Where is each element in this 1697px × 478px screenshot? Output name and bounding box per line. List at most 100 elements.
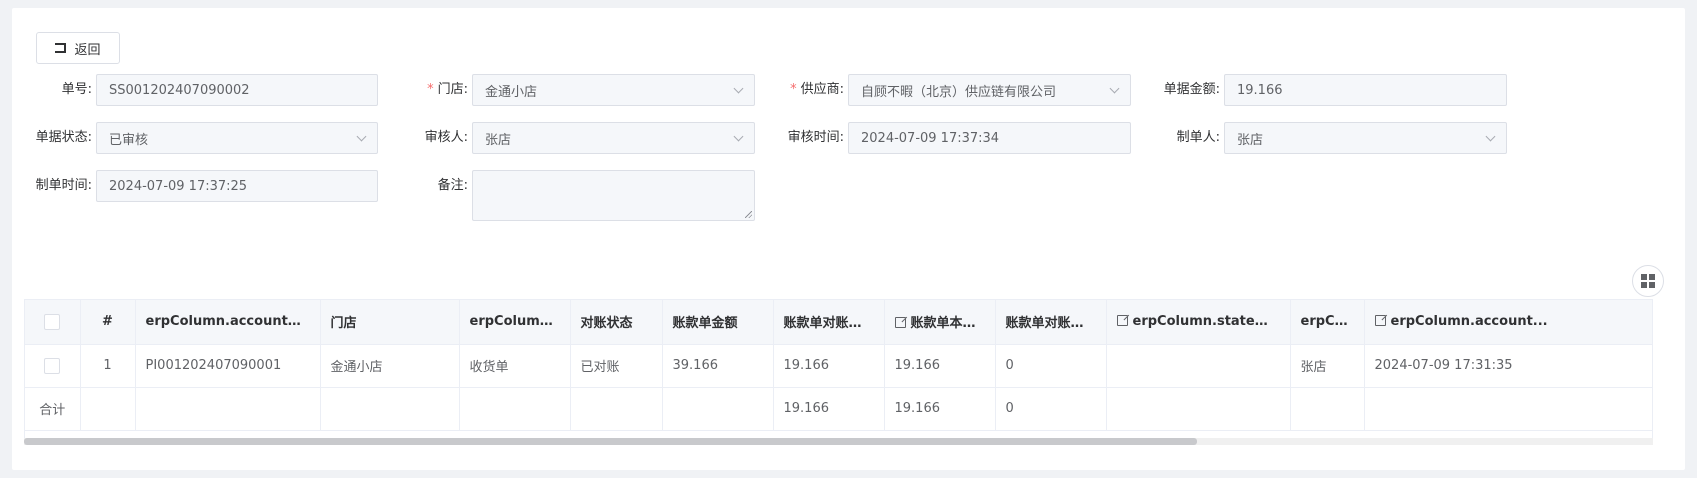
chevron-down-icon xyxy=(733,83,744,93)
edit-icon xyxy=(1374,315,1386,327)
table-cell: 39.166 xyxy=(662,344,774,388)
reviewer-label: 审核人: xyxy=(424,130,468,145)
table-header-row: # erpColumn.accountSheetNo 门店 erpColumn.… xyxy=(25,300,1652,345)
status-select[interactable]: 已审核 xyxy=(96,122,378,154)
summary-cell xyxy=(80,387,136,431)
column-header[interactable]: 账款单本期... xyxy=(884,300,996,345)
resize-handle-icon[interactable] xyxy=(745,211,752,218)
chevron-down-icon xyxy=(733,131,744,141)
table-cell: 19.166 xyxy=(773,344,885,388)
column-header[interactable]: erpColumn.accountSheetNo xyxy=(135,300,321,345)
amount-field: 单据金额: 19.166 xyxy=(1164,74,1507,106)
summary-cell xyxy=(570,387,663,431)
status-value: 已审核 xyxy=(109,132,149,148)
edit-icon xyxy=(894,317,906,329)
column-header[interactable]: erpColumn.ac... xyxy=(459,300,571,345)
horizontal-scrollbar[interactable] xyxy=(24,438,1653,445)
review-time-value: 2024-07-09 17:37:34 xyxy=(861,130,1000,146)
column-header[interactable]: 门店 xyxy=(320,300,460,345)
select-all-checkbox[interactable] xyxy=(44,313,61,330)
table-cell: 收货单 xyxy=(459,344,571,388)
chevron-down-icon xyxy=(356,131,367,141)
creator-value: 张店 xyxy=(1237,132,1264,148)
back-button-label: 返回 xyxy=(74,42,101,58)
creator-select[interactable]: 张店 xyxy=(1224,122,1507,154)
summary-cell xyxy=(662,387,774,431)
select-all-cell[interactable] xyxy=(25,300,81,345)
create-time-label: 制单时间: xyxy=(35,178,92,193)
review-time-field: 审核时间: 2024-07-09 17:37:34 xyxy=(788,122,1131,154)
store-label: * 门店: xyxy=(427,74,468,106)
supplier-label: * 供应商: xyxy=(790,74,844,106)
order-no-value: SS001202407090002 xyxy=(109,82,250,98)
table-cell: 0 xyxy=(995,344,1107,388)
reviewer-value: 张店 xyxy=(485,132,512,148)
table-cell: 张店 xyxy=(1290,344,1365,388)
reviewer-field: 审核人: 张店 xyxy=(425,122,755,154)
column-header[interactable]: 账款单金额 xyxy=(662,300,774,345)
summary-cell: 0 xyxy=(995,387,1107,431)
summary-cell xyxy=(1106,387,1291,431)
scrollbar-thumb[interactable] xyxy=(24,438,1197,445)
account-table: # erpColumn.accountSheetNo 门店 erpColumn.… xyxy=(24,299,1653,445)
column-header[interactable]: erpColumn.account... xyxy=(1364,300,1652,345)
column-header[interactable]: erpCol... xyxy=(1290,300,1365,345)
row-select-cell[interactable] xyxy=(25,344,81,388)
supplier-select[interactable]: 自顾不暇（北京）供应链有限公司 xyxy=(848,74,1131,106)
column-header-label: 账款单本期... xyxy=(910,316,991,332)
supplier-value: 自顾不暇（北京）供应链有限公司 xyxy=(861,84,1057,100)
edit-icon xyxy=(1116,315,1128,327)
chevron-down-icon xyxy=(1109,83,1120,93)
remark-textarea[interactable] xyxy=(472,170,755,221)
column-settings-button[interactable] xyxy=(1632,265,1664,297)
status-label: 单据状态: xyxy=(35,130,92,145)
summary-cell xyxy=(1364,387,1652,431)
store-label-text: 门店: xyxy=(437,82,468,97)
column-header[interactable]: 账款单对账前... xyxy=(773,300,885,345)
remark-field: 备注: xyxy=(438,170,755,221)
store-field: * 门店: 金通小店 xyxy=(427,74,755,106)
table-cell: 1 xyxy=(80,344,136,388)
table-cell: 已对账 xyxy=(570,344,663,388)
required-mark: * xyxy=(427,82,434,97)
column-header[interactable]: 对账状态 xyxy=(570,300,663,345)
table-cell[interactable]: 2024-07-09 17:31:35 xyxy=(1364,344,1652,388)
remark-label: 备注: xyxy=(437,178,468,193)
status-field: 单据状态: 已审核 xyxy=(36,122,378,154)
order-no-field: 单号: SS001202407090002 xyxy=(62,74,378,106)
store-select[interactable]: 金通小店 xyxy=(472,74,755,106)
reviewer-select[interactable]: 张店 xyxy=(472,122,755,154)
table-row[interactable]: 1 PI001202407090001 金通小店 收货单 已对账 39.166 … xyxy=(25,344,1652,388)
review-time-input[interactable]: 2024-07-09 17:37:34 xyxy=(848,122,1131,154)
back-button[interactable]: 返回 xyxy=(36,32,120,64)
column-header[interactable]: # xyxy=(80,300,136,345)
order-no-input[interactable]: SS001202407090002 xyxy=(96,74,378,106)
grid-layout-icon xyxy=(1641,274,1655,288)
chevron-down-icon xyxy=(1485,131,1496,141)
summary-label: 合计 xyxy=(25,387,81,431)
review-time-label: 审核时间: xyxy=(787,130,844,145)
column-header[interactable]: erpColumn.statementM... xyxy=(1106,300,1291,345)
create-time-field: 制单时间: 2024-07-09 17:37:25 xyxy=(36,170,378,202)
order-no-label: 单号: xyxy=(61,82,92,97)
supplier-label-text: 供应商: xyxy=(800,82,844,97)
column-header[interactable]: 账款单对账后... xyxy=(995,300,1107,345)
create-time-value: 2024-07-09 17:37:25 xyxy=(109,178,248,194)
amount-label: 单据金额: xyxy=(1163,82,1220,97)
summary-cell xyxy=(459,387,571,431)
required-mark: * xyxy=(790,82,797,97)
amount-input[interactable]: 19.166 xyxy=(1224,74,1507,106)
row-checkbox[interactable] xyxy=(44,357,61,374)
store-value: 金通小店 xyxy=(485,84,538,100)
creator-field: 制单人: 张店 xyxy=(1177,122,1507,154)
summary-cell xyxy=(320,387,460,431)
column-header-label: erpColumn.statementM... xyxy=(1132,314,1290,330)
summary-cell: 19.166 xyxy=(884,387,996,431)
table-summary-row: 合计 19.166 19.166 0 xyxy=(25,387,1652,431)
column-header-label: erpColumn.account... xyxy=(1390,314,1548,330)
summary-cell xyxy=(1290,387,1365,431)
table-cell: PI001202407090001 xyxy=(135,344,321,388)
table-cell[interactable] xyxy=(1106,344,1291,388)
table-cell[interactable]: 19.166 xyxy=(884,344,996,388)
create-time-input[interactable]: 2024-07-09 17:37:25 xyxy=(96,170,378,202)
